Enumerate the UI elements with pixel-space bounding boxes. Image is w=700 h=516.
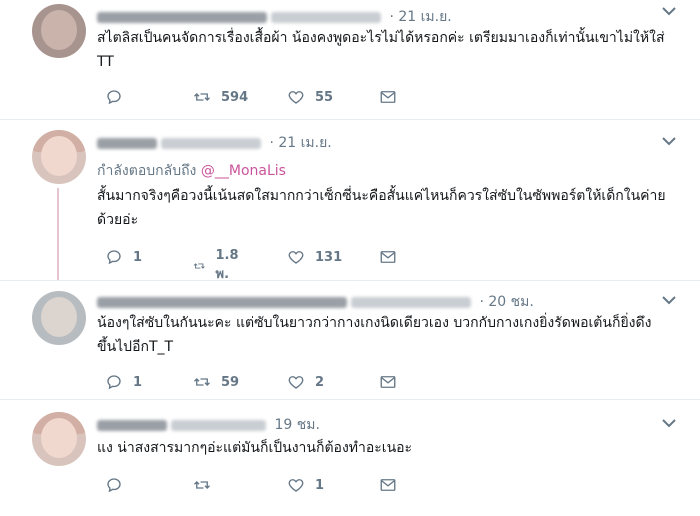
tweet-date[interactable]: · 20 ชม. [479, 294, 533, 310]
heart-icon [288, 376, 304, 389]
tweet-header: · 20 ชม. [97, 291, 534, 313]
reply-button[interactable] [105, 476, 133, 494]
retweet-icon [194, 93, 210, 101]
like-count: 2 [315, 374, 325, 390]
avatar[interactable] [32, 412, 86, 466]
replying-to: กำลังตอบกลับถึง @__MonaLis [97, 160, 286, 182]
like-button[interactable]: 2 [287, 373, 324, 391]
tweet-text: แง น่าสงสารมากๆอ่ะแต่มันก็เป็นงานก็ต้องท… [97, 440, 413, 456]
reply-count: 1 [133, 374, 143, 390]
blurred-username [97, 419, 167, 431]
tweet-2: · 21 เม.ย. กำลังตอบกลับถึง @__MonaLis สั… [0, 120, 700, 282]
retweet-button[interactable]: 59 [193, 373, 239, 391]
thread-line [57, 188, 59, 280]
blurred-username [97, 11, 267, 23]
chevron-down-icon[interactable] [662, 416, 676, 432]
message-button[interactable] [379, 88, 397, 106]
reply-button[interactable] [105, 88, 133, 106]
heart-icon [288, 479, 304, 492]
reply-handle-link[interactable]: @__MonaLis [201, 163, 286, 179]
retweet-button[interactable] [193, 476, 221, 494]
tweet-1: · 21 เม.ย. สไตลิสเป็นคนจัดการเรื่องเสื้อ… [0, 0, 700, 120]
like-button[interactable]: 131 [287, 248, 342, 266]
message-button[interactable] [379, 476, 397, 494]
envelope-icon [380, 479, 396, 491]
avatar[interactable] [32, 4, 86, 58]
reply-icon [107, 478, 121, 493]
tweet-4: 19 ชม. แง น่าสงสารมากๆอ่ะแต่มันก็เป็นงาน… [0, 400, 700, 516]
tweet-text: สไตลิสเป็นคนจัดการเรื่องเสื้อผ้า น้องคงพ… [97, 30, 665, 70]
retweet-button[interactable]: 594 [193, 88, 248, 106]
like-count: 55 [315, 89, 334, 105]
chevron-down-icon[interactable] [662, 134, 676, 150]
tweet-date[interactable]: · 21 เม.ย. [389, 9, 451, 25]
chevron-down-icon[interactable] [662, 4, 676, 20]
envelope-icon [380, 251, 396, 263]
like-count: 131 [315, 249, 343, 265]
retweet-icon [194, 481, 210, 489]
retweet-count: 59 [221, 374, 240, 390]
reply-button[interactable]: 1 [105, 373, 142, 391]
heart-icon [288, 91, 304, 104]
message-button[interactable] [379, 373, 397, 391]
tweet-text: น้องๆใส่ซับในกันนะคะ แต่ซับในยาวกว่ากางเ… [97, 315, 652, 355]
retweet-count: 1.8 พ. [215, 248, 239, 282]
retweet-button[interactable]: 1.8 พ. [193, 248, 244, 284]
retweet-count: 594 [221, 89, 249, 105]
blurred-handle [161, 137, 261, 149]
tweet-text: สั้นมากจริงๆคือวงนี้เน้นสดใสมากกว่าเซ็กซ… [97, 188, 666, 228]
retweet-icon [194, 378, 210, 386]
blurred-username [97, 296, 347, 308]
reply-icon [107, 250, 121, 265]
blurred-handle [271, 11, 381, 23]
chevron-down-icon[interactable] [662, 293, 676, 309]
tweet-date[interactable]: 19 ชม. [274, 417, 319, 433]
reply-button[interactable]: 1 [105, 248, 142, 266]
reply-count: 1 [133, 249, 143, 265]
tweet-header: 19 ชม. [97, 414, 320, 436]
blurred-handle [351, 296, 471, 308]
avatar[interactable] [32, 130, 86, 184]
avatar[interactable] [32, 291, 86, 345]
like-button[interactable]: 1 [287, 476, 324, 494]
tweet-header: · 21 เม.ย. [97, 6, 452, 28]
blurred-username [97, 137, 157, 149]
like-count: 1 [315, 477, 325, 493]
message-button[interactable] [379, 248, 397, 266]
heart-icon [288, 251, 304, 264]
blurred-handle [171, 419, 266, 431]
reply-icon [107, 375, 121, 390]
tweet-date[interactable]: · 21 เม.ย. [269, 135, 331, 151]
envelope-icon [380, 91, 396, 103]
reply-icon [107, 90, 121, 105]
retweet-icon [193, 263, 205, 269]
tweet-3: · 20 ชม. น้องๆใส่ซับในกันนะคะ แต่ซับในยา… [0, 281, 700, 399]
envelope-icon [380, 376, 396, 388]
reply-prefix: กำลังตอบกลับถึง [97, 163, 197, 179]
like-button[interactable]: 55 [287, 88, 333, 106]
tweet-header: · 21 เม.ย. [97, 132, 332, 154]
